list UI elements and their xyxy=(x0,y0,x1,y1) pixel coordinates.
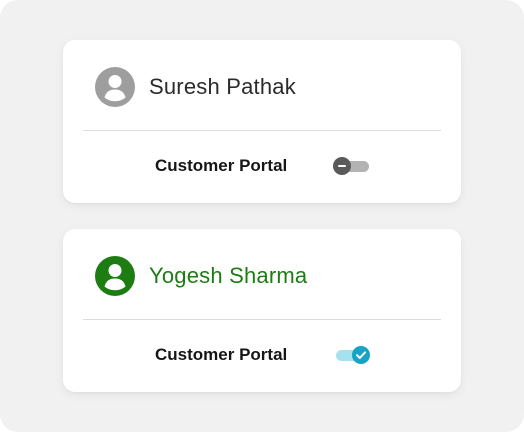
user-card-header: Yogesh Sharma xyxy=(63,229,461,320)
toggle-knob xyxy=(352,346,370,364)
user-card-header: Suresh Pathak xyxy=(63,40,461,131)
user-card: Suresh Pathak Customer Portal xyxy=(63,40,461,203)
user-card: Yogesh Sharma Customer Portal xyxy=(63,229,461,392)
user-name: Yogesh Sharma xyxy=(149,263,308,288)
customer-portal-toggle[interactable] xyxy=(333,344,371,366)
customer-portal-label: Customer Portal xyxy=(155,345,288,364)
user-avatar-icon xyxy=(95,67,135,107)
minus-icon xyxy=(338,165,346,167)
page-background: Suresh Pathak Customer Portal Yogesh Sha… xyxy=(0,0,524,432)
customer-portal-toggle[interactable] xyxy=(333,155,371,177)
customer-portal-row: Customer Portal xyxy=(63,131,461,203)
check-icon xyxy=(356,351,366,359)
user-name: Suresh Pathak xyxy=(149,74,296,99)
customer-portal-row: Customer Portal xyxy=(63,320,461,392)
toggle-knob xyxy=(333,157,351,175)
user-avatar-icon xyxy=(95,256,135,296)
customer-portal-label: Customer Portal xyxy=(155,156,288,175)
